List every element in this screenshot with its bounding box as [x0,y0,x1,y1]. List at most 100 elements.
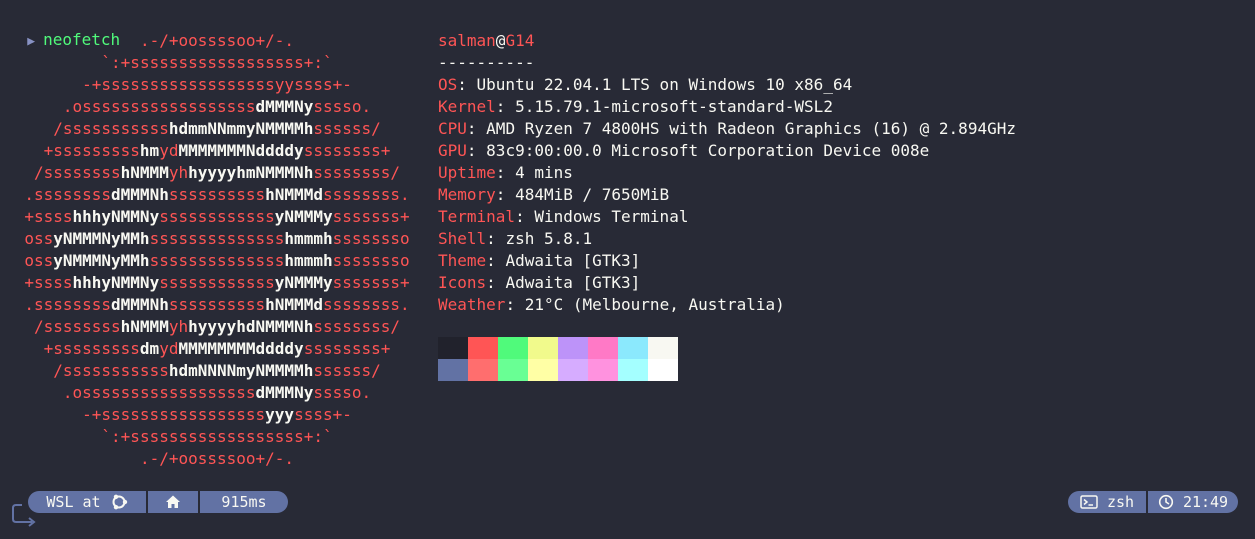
info-key: Memory [438,185,496,204]
logo-segment: yNMMMNyMMh [53,229,150,248]
ubuntu-icon [112,494,127,510]
logo-segment: dMMMNh [111,295,169,314]
logo-line: -+sssssssssssssssssyyyssss+- [8,404,426,426]
logo-segment: hNMMM [120,163,169,182]
logo-segment: hyyyyhdNMMMNh [188,317,314,336]
logo-segment: -+sssssssssssssssss [82,405,266,424]
logo-segment: hmmmh [284,229,333,248]
logo-segment: hhhyNMMNy [72,273,160,292]
info-field: Terminal: Windows Terminal [438,206,1016,228]
logo-segment: hdmmNNmmyNMMMMh [168,119,314,138]
color-swatch [468,359,498,381]
info-separator: : [486,251,506,270]
logo-segment: oss [24,229,54,248]
system-info: salman@G14 ---------- OS: Ubuntu 22.04.1… [438,30,1016,316]
logo-segment: +sssssssss [43,141,140,160]
logo-segment: ssssssss+ [303,339,391,358]
logo-segment: ssssss/ [313,119,381,138]
info-field: OS: Ubuntu 22.04.1 LTS on Windows 10 x86… [438,74,1016,96]
info-key: OS [438,75,458,94]
logo-segment: ssss+- [294,405,352,424]
info-field: Kernel: 5.15.79.1-microsoft-standard-WSL… [438,96,1016,118]
info-value: AMD Ryzen 7 4800HS with Radeon Graphics … [486,119,1016,138]
info-field: Uptime: 4 mins [438,162,1016,184]
info-value: Adwaita [GTK3] [505,251,641,270]
logo-segment: hdmNNNNmyNMMMMh [168,361,314,380]
info-separator: : [486,273,506,292]
logo-segment: +ssss [24,273,73,292]
logo-segment: yh [168,163,189,182]
color-palette [438,337,678,381]
logo-line: .-/+oossssoo+/-. [8,30,426,52]
logo-segment: yNMMMNyMMh [53,251,150,270]
logo-line: +sssshhhyNMMNyssssssssssssyNMMMysssssss+ [8,206,426,228]
logo-segment: ssssssssss [168,295,266,314]
info-separator: : [466,141,487,160]
color-swatch [498,359,528,381]
info-separator: : [495,185,516,204]
clock-time: 21:49 [1182,493,1229,511]
logo-segment: .-/+oossssoo+/-. [139,449,295,468]
logo-segment: dMMMNy [255,383,314,402]
user-host-line: salman@G14 [438,30,1016,52]
logo-line: .ossssssssssssssssssdMMMNysssso. [8,382,426,404]
info-field: Weather: 21°C (Melbourne, Australia) [438,294,1016,316]
info-key: CPU [438,119,467,138]
info-value: Adwaita [GTK3] [505,273,641,292]
logo-segment: sssssss+ [332,273,410,292]
username: salman [438,31,496,50]
logo-segment: yNMMMy [274,207,333,226]
shell-segment: zsh [1068,491,1146,513]
logo-segment: -+ssssssssssssssssssyyssss+- [82,75,352,94]
logo-segment: /sssssssssss [53,361,169,380]
info-separator: : [486,229,506,248]
logo-segment: dMMMNy [255,97,314,116]
color-swatch [558,337,588,359]
color-swatch [558,359,588,381]
info-key: Shell [438,229,487,248]
logo-segment: MMMMMMMNddddy [178,141,304,160]
info-key: Uptime [438,163,496,182]
logo-segment: hmmmh [284,251,333,270]
info-value: zsh 5.8.1 [505,229,593,248]
logo-segment: yh [168,317,189,336]
logo-segment: `:+ssssssssssssssssss+:` [101,53,333,72]
wsl-segment: WSL at [28,491,146,513]
logo-segment: ssssssso [332,251,410,270]
logo-line: ossyNMMMNyMMhsssssssssssssshmmmhssssssso [8,228,426,250]
terminal-icon [1080,495,1098,509]
logo-segment: hNMMM [120,317,169,336]
info-separator: : [515,207,535,226]
logo-segment: ssssssssssssss [149,229,285,248]
logo-segment: hNMMMd [265,185,323,204]
logo-line: `:+ssssssssssssssssss+:` [8,426,426,448]
logo-line: +sssssssssdmydMMMMMMMMddddyssssssss+ [8,338,426,360]
info-value: 21°C (Melbourne, Australia) [524,295,785,314]
logo-segment: +ssss [24,207,73,226]
logo-segment: yNMMMy [274,273,333,292]
logo-segment: dm [139,339,160,358]
duration-segment: 915ms [200,491,288,513]
info-fields: OS: Ubuntu 22.04.1 LTS on Windows 10 x86… [438,74,1016,316]
logo-segment: sssso. [313,97,372,116]
logo-segment: hm [139,141,160,160]
color-swatch [528,359,558,381]
info-key: Weather [438,295,506,314]
logo-segment: /ssssssss [33,163,121,182]
logo-segment: ssssssss/ [313,317,401,336]
color-swatch [498,337,528,359]
info-field: Theme: Adwaita [GTK3] [438,250,1016,272]
info-value: Windows Terminal [534,207,689,226]
logo-segment: ssssssssssssss [149,251,285,270]
color-swatch [648,337,678,359]
logo-segment: ssssss/ [313,361,381,380]
logo-segment: .ssssssss [24,295,112,314]
logo-segment: yd [159,339,179,358]
logo-segment: hyyyyhmNMMMNh [188,163,314,182]
logo-segment: .ssssssss [24,185,112,204]
color-swatch [618,359,648,381]
info-field: Icons: Adwaita [GTK3] [438,272,1016,294]
logo-segment: yyy [265,405,295,424]
logo-line: /ssssssssssshdmmNNmmyNMMMMhssssss/ [8,118,426,140]
info-separator: : [505,295,525,314]
